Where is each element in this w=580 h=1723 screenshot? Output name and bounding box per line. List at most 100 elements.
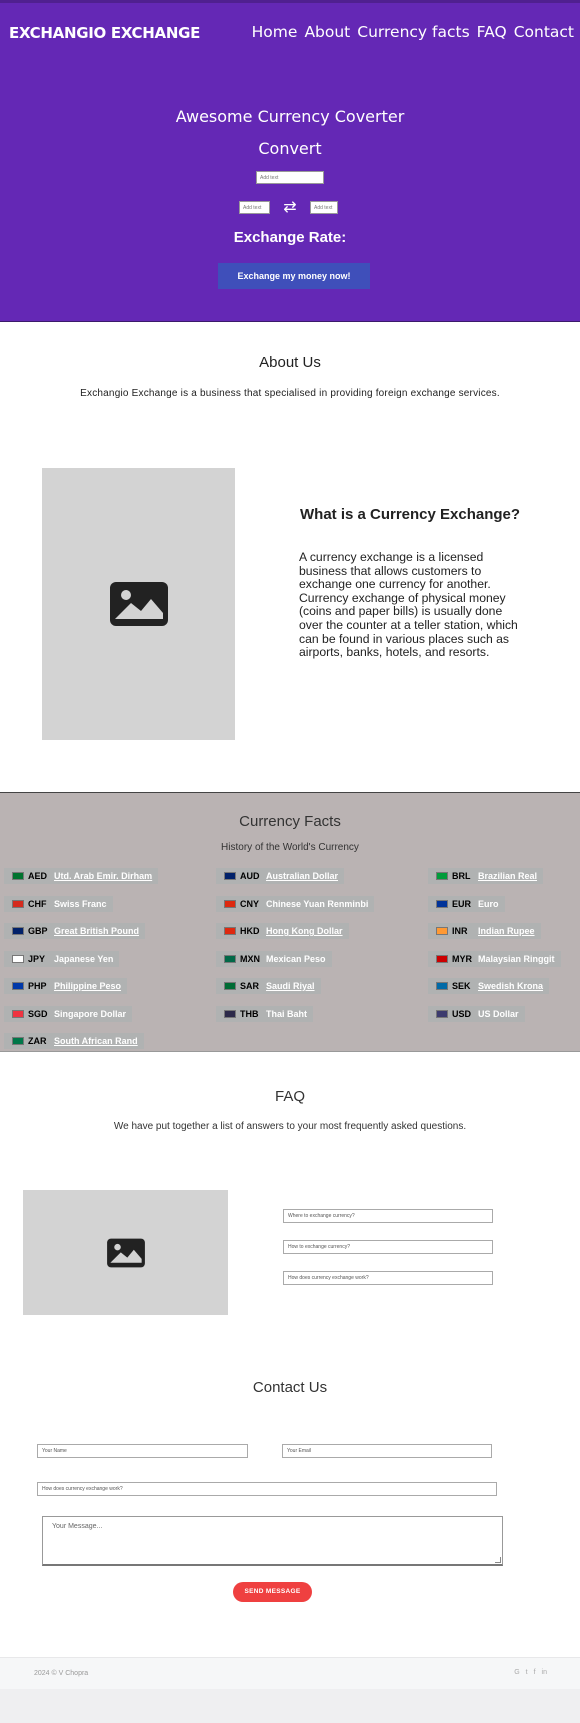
flag-icon: [12, 899, 24, 908]
currency-code: AED: [28, 871, 48, 881]
about-title: About Us: [259, 354, 321, 371]
flag-icon: [224, 899, 236, 908]
image-icon: [109, 582, 168, 626]
flag-icon: [436, 927, 448, 935]
message-textarea[interactable]: Your Message...: [42, 1516, 503, 1566]
image-icon: [106, 1238, 145, 1267]
send-message-button[interactable]: SEND MESSAGE: [233, 1582, 312, 1602]
faq-question[interactable]: Where to exchange currency?: [283, 1209, 493, 1223]
social-links: G t f in: [514, 1669, 547, 1676]
what-is-title: What is a Currency Exchange?: [300, 506, 521, 523]
currency-code: THB: [240, 1008, 259, 1019]
facebook-icon[interactable]: f: [534, 1669, 536, 1676]
about-text: Exchangio Exchange is a business that sp…: [80, 388, 500, 399]
currency-item: JPY Japanese Yen: [4, 950, 120, 967]
exchange-rate-label: Exchange Rate:: [233, 229, 347, 246]
currency-name[interactable]: Hong Kong Dollar: [266, 926, 343, 936]
currency-item: EUR Euro: [428, 895, 505, 912]
currency-name[interactable]: Great British Pound: [54, 926, 139, 936]
swap-icon[interactable]: ⇄: [280, 199, 300, 215]
currency-name[interactable]: Swedish Krona: [478, 981, 543, 991]
currency-item[interactable]: GBP Great British Pound: [4, 923, 146, 939]
faq-question[interactable]: How to exchange currency?: [283, 1240, 493, 1254]
email-field[interactable]: Your Email: [282, 1444, 492, 1458]
currency-name[interactable]: Brazilian Real: [478, 871, 537, 881]
currency-code: CNY: [240, 898, 260, 909]
currency-code: PHP: [28, 981, 47, 991]
brand-logo[interactable]: EXCHANGIO EXCHANGE: [9, 24, 200, 42]
currency-item: SGD Singapore Dollar: [4, 1005, 133, 1022]
faq-question[interactable]: How does currency exchange work?: [283, 1271, 493, 1285]
resize-handle[interactable]: [495, 1557, 501, 1563]
nav-about[interactable]: About: [304, 23, 350, 41]
flag-icon: [12, 954, 24, 963]
currency-name: Mexican Peso: [266, 953, 326, 964]
faq-image-placeholder: [23, 1190, 228, 1315]
amount-input[interactable]: Add text: [256, 171, 324, 184]
currency-code: HKD: [240, 926, 260, 936]
currency-name[interactable]: Saudi Riyal: [266, 981, 315, 991]
currency-item[interactable]: BRL Brazilian Real: [428, 868, 544, 884]
nav-currency-facts[interactable]: Currency facts: [357, 23, 469, 41]
exchange-money-button[interactable]: Exchange my money now!: [218, 263, 370, 289]
flag-icon: [436, 899, 448, 908]
hero-title: Awesome Currency Coverter: [175, 107, 405, 126]
currency-code: SAR: [240, 981, 260, 991]
convert-label: Convert: [258, 139, 322, 158]
currency-item: MXN Mexican Peso: [216, 950, 332, 967]
flag-icon: [224, 1009, 236, 1018]
currency-item[interactable]: AUD Australian Dollar: [216, 868, 345, 884]
currency-item[interactable]: SAR Saudi Riyal: [216, 978, 321, 994]
instagram-icon[interactable]: in: [542, 1669, 547, 1676]
currency-item[interactable]: ZAR South African Rand: [4, 1033, 144, 1049]
currency-item[interactable]: SEK Swedish Krona: [428, 978, 550, 994]
currency-item[interactable]: PHP Philippine Peso: [4, 978, 128, 994]
facts-title: Currency Facts: [239, 813, 341, 830]
currency-code: GBP: [28, 926, 48, 936]
flag-icon: [224, 927, 236, 935]
flag-icon: [12, 1009, 24, 1018]
currency-name: Chinese Yuan Renminbi: [266, 898, 369, 909]
currency-name: Thai Baht: [266, 1008, 308, 1019]
currency-name[interactable]: South African Rand: [54, 1036, 138, 1046]
currency-name[interactable]: Australian Dollar: [266, 871, 338, 881]
currency-code: SEK: [452, 981, 471, 991]
currency-item: CNY Chinese Yuan Renminbi: [216, 895, 375, 912]
subject-field[interactable]: How does currency exchange work?: [37, 1482, 497, 1496]
nav-contact[interactable]: Contact: [514, 23, 574, 41]
currency-name: US Dollar: [478, 1008, 519, 1019]
currency-item[interactable]: INR Indian Rupee: [428, 923, 541, 939]
nav-home[interactable]: Home: [252, 23, 298, 41]
currency-name: Malaysian Ringgit: [478, 953, 555, 964]
to-currency-input[interactable]: Add text: [310, 201, 338, 214]
currency-code: SGD: [28, 1008, 48, 1019]
twitter-icon[interactable]: t: [526, 1669, 528, 1676]
currency-code: JPY: [28, 953, 46, 964]
currency-item[interactable]: HKD Hong Kong Dollar: [216, 923, 349, 939]
faq-section: FAQ We have put together a list of answe…: [0, 1052, 580, 1357]
copyright: 2024 © V Chopra: [34, 1670, 89, 1677]
currency-name[interactable]: Philippine Peso: [54, 981, 121, 991]
from-currency-input[interactable]: Add text: [239, 201, 270, 214]
name-field[interactable]: Your Name: [37, 1444, 248, 1458]
currency-name: Singapore Dollar: [54, 1008, 127, 1019]
currency-item[interactable]: AED Utd. Arab Emir. Dirham: [4, 868, 159, 884]
nav-faq[interactable]: FAQ: [477, 23, 507, 41]
currency-name[interactable]: Indian Rupee: [478, 926, 535, 936]
about-section: About Us Exchangio Exchange is a busines…: [0, 322, 580, 792]
about-image-placeholder: [42, 468, 235, 740]
currency-code: INR: [452, 926, 468, 936]
flag-icon: [224, 982, 236, 990]
contact-title: Contact Us: [252, 1379, 328, 1396]
flag-icon: [224, 872, 236, 880]
what-is-body: A currency exchange is a licensed busine…: [299, 550, 518, 660]
google-icon[interactable]: G: [514, 1669, 519, 1676]
currency-name: Swiss Franc: [54, 898, 107, 909]
currency-name: Japanese Yen: [54, 953, 114, 964]
currency-name[interactable]: Utd. Arab Emir. Dirham: [54, 871, 152, 881]
currency-item: USD US Dollar: [428, 1005, 525, 1022]
facts-subtitle: History of the World's Currency: [221, 842, 359, 853]
currency-code: EUR: [452, 898, 472, 909]
faq-title: FAQ: [274, 1088, 305, 1105]
page: EXCHANGIO EXCHANGE Home About Currency f…: [0, 0, 580, 1723]
